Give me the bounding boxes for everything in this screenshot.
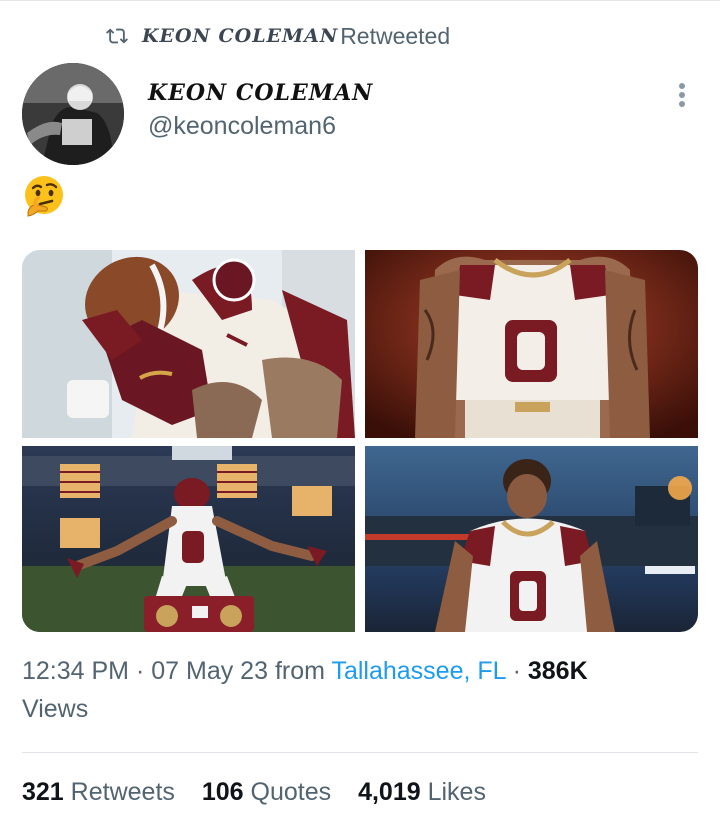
views-label[interactable]: Views — [22, 695, 88, 723]
retweeted-label: Retweeted — [340, 22, 451, 49]
retweets-stat[interactable]: 321 Retweets — [22, 778, 182, 806]
meta-separator: · — [135, 657, 145, 685]
top-divider — [0, 0, 720, 1]
quotes-label: Quotes — [250, 778, 332, 806]
retweeter-name[interactable]: KEON COLEMAN — [142, 25, 338, 47]
tweet-location[interactable]: Tallahassee, FL — [331, 657, 505, 685]
meta-separator-2: · — [512, 657, 521, 685]
photo-stadium-night[interactable] — [365, 446, 698, 632]
more-options-icon[interactable] — [668, 80, 696, 110]
author-handle[interactable]: @keoncoleman6 — [148, 112, 336, 141]
thinking-face-emoji — [25, 176, 63, 217]
stats-divider — [22, 752, 698, 753]
from-label: from — [274, 657, 325, 685]
likes-count: 4,019 — [358, 778, 421, 806]
avatar[interactable] — [22, 63, 124, 165]
views-count[interactable]: 386K — [528, 657, 588, 685]
tweet-date[interactable]: 07 May 23 — [151, 657, 268, 685]
likes-stat[interactable]: 4,019 Likes — [358, 778, 486, 806]
photo-jersey-zero-red[interactable] — [365, 250, 698, 438]
retweet-icon — [106, 28, 128, 44]
media-grid[interactable] — [22, 250, 698, 632]
retweets-label: Retweets — [70, 778, 175, 806]
photo-football-glove[interactable] — [22, 250, 355, 438]
tweet-meta: 12:34 PM · 07 May 23 from Tallahassee, F… — [22, 652, 702, 728]
likes-label: Likes — [427, 778, 486, 806]
quotes-stat[interactable]: 106 Quotes — [202, 778, 338, 806]
retweets-count: 321 — [22, 778, 64, 806]
tweet-time[interactable]: 12:34 PM — [22, 657, 129, 685]
author-display-name[interactable]: KEON COLEMAN — [148, 80, 373, 106]
retweet-context[interactable]: KEON COLEMAN Retweeted — [104, 20, 450, 52]
quotes-count: 106 — [201, 778, 244, 806]
tweet-stats: 321 Retweets 106 Quotes 4,019 Likes — [22, 778, 506, 807]
photo-stadium-boombox[interactable] — [22, 446, 355, 632]
